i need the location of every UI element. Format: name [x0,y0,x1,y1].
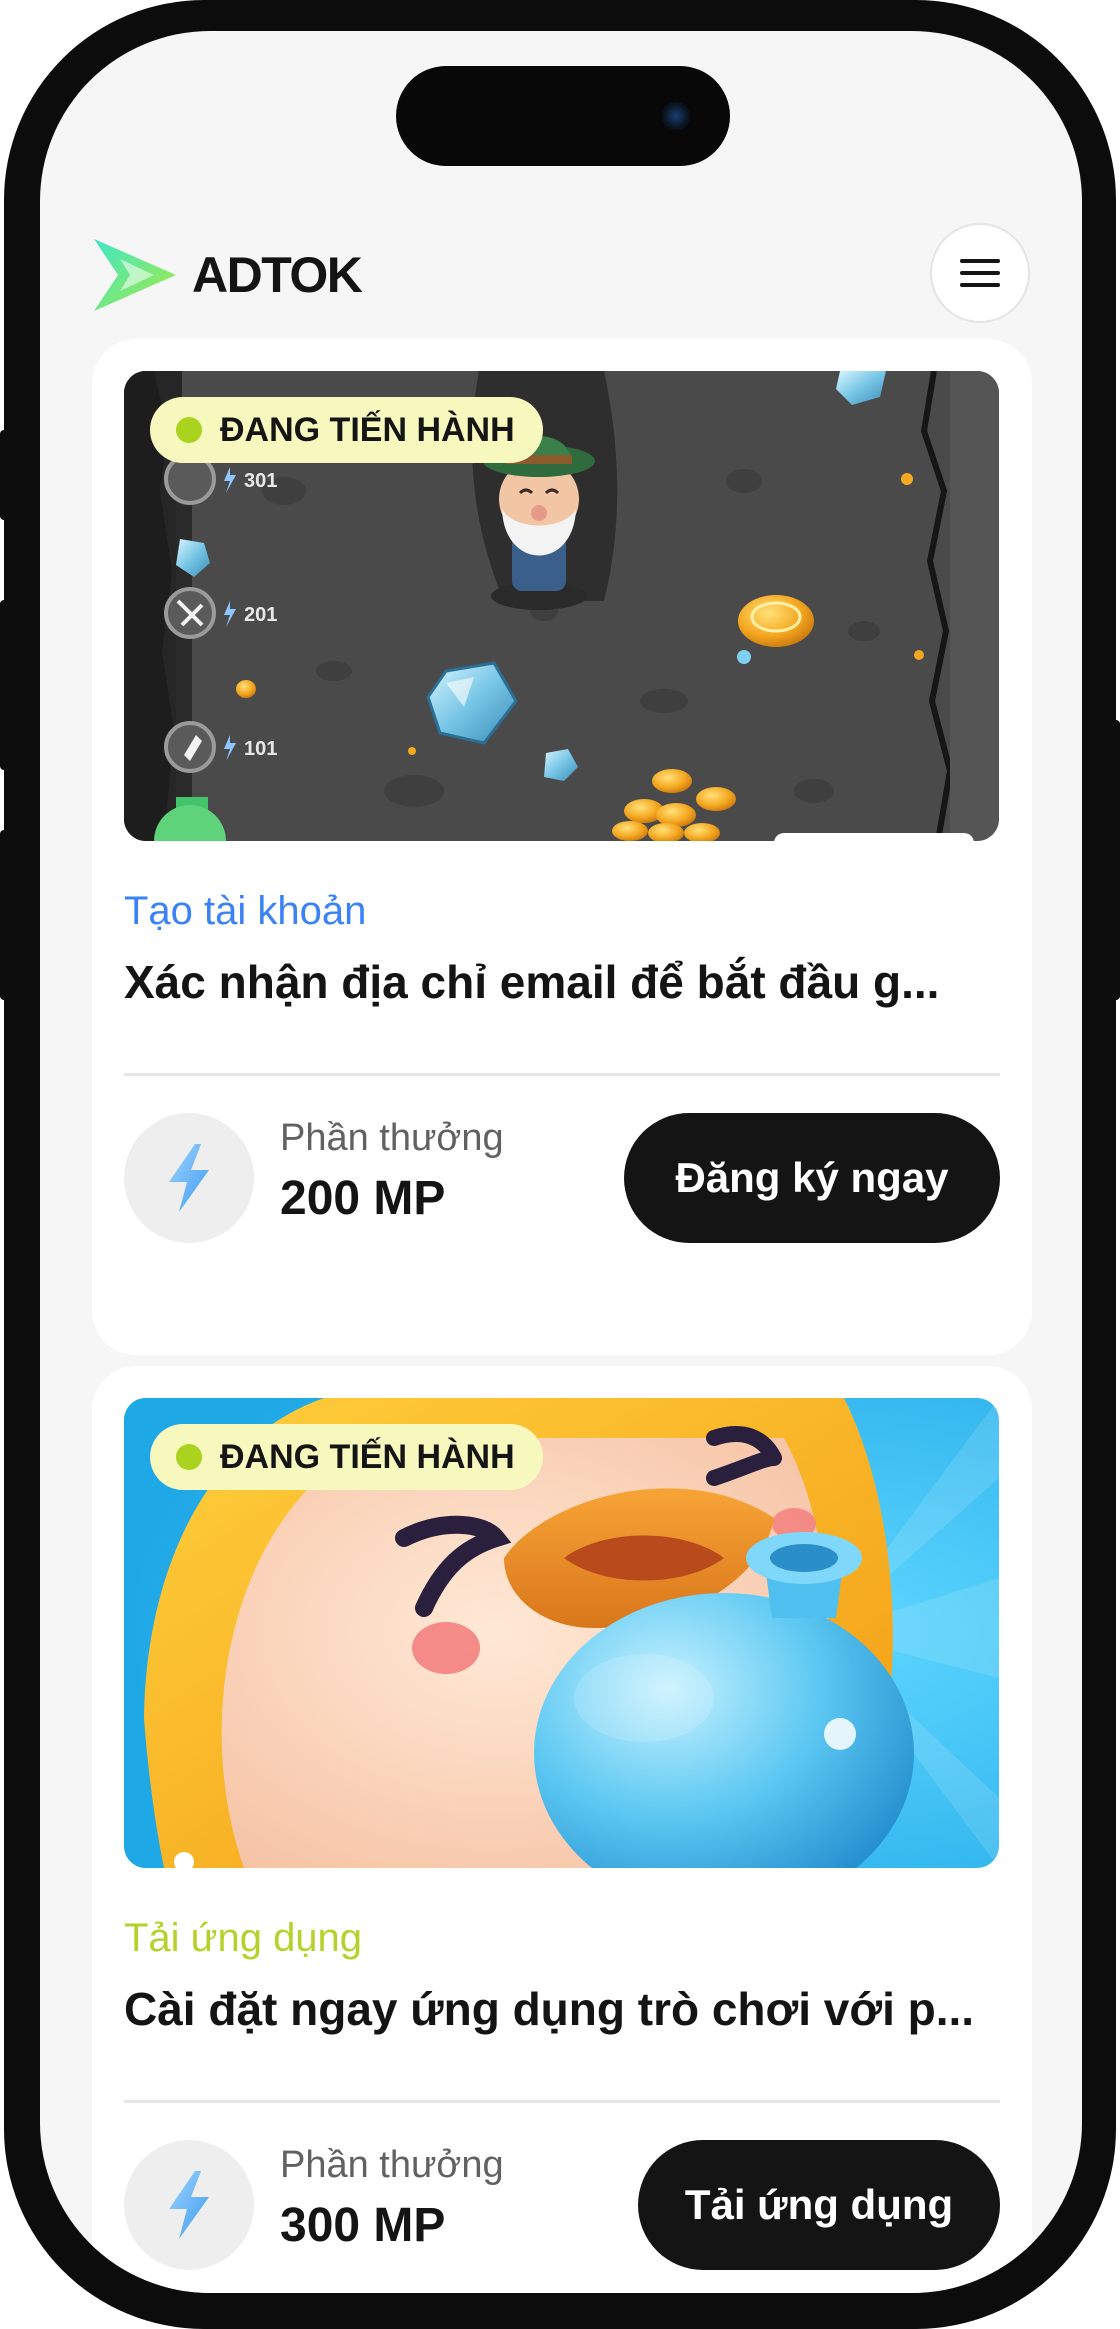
status-badge: ĐANG TIẾN HÀNH [150,1424,543,1490]
reward-icon-container [124,1113,254,1243]
lightning-bolt-icon [169,1144,209,1212]
task-category: Tải ứng dụng [124,1916,363,1960]
hamburger-menu-icon [960,259,1000,287]
game-banner-image[interactable]: ĐANG TIẾN HÀNH [124,1398,999,1868]
menu-button[interactable] [930,223,1030,323]
task-title[interactable]: Xác nhận địa chỉ email để bắt đầu g... [124,955,1000,1009]
adtok-logo-icon [94,239,176,311]
reward-label: Phần thưởng [280,1117,504,1159]
brand-logo[interactable]: ADTOK [92,235,363,315]
status-text: ĐANG TIẾN HÀNH [220,1437,515,1476]
reward-icon-container [124,2140,254,2270]
reward-label: Phần thưởng [280,2144,504,2186]
brand-name: ADTOK [192,247,363,303]
divider [124,1073,1000,1076]
svg-text:201: 201 [244,604,277,626]
status-badge: ĐANG TIẾN HÀNH [150,397,543,463]
status-dot-icon [176,1444,202,1470]
task-card[interactable]: ĐANG TIẾN HÀNH Tải ứng dụng Cài đặt ngay… [92,1366,1032,2293]
game-banner-image[interactable]: 301 201 101 ĐANG TIẾN HÀNH [124,371,999,841]
reward-value: 300 MP [280,2199,446,2252]
power-button [1104,720,1120,1000]
lightning-bolt-icon [169,2171,209,2239]
status-text: ĐANG TIẾN HÀNH [220,410,515,449]
divider [124,2100,1000,2103]
silent-switch [0,430,16,520]
app-screen: ADTOK 301 201 101 ĐANG TIẾN HÀNH Tạo tài… [40,31,1082,2293]
status-dot-icon [176,417,202,443]
front-camera [662,102,690,130]
task-title[interactable]: Cài đặt ngay ứng dụng trò chơi với p... [124,1982,1000,2036]
task-card[interactable]: 301 201 101 ĐANG TIẾN HÀNH Tạo tài khoản… [92,339,1032,1355]
task-category: Tạo tài khoản [124,889,367,933]
svg-text:101: 101 [244,738,277,760]
dynamic-island [396,66,730,166]
volume-up-button [0,600,16,770]
register-now-button[interactable]: Đăng ký ngay [624,1113,1000,1243]
app-header: ADTOK [40,191,1082,323]
download-app-button[interactable]: Tải ứng dụng [638,2140,1000,2270]
svg-text:301: 301 [244,470,277,492]
phone-frame: ADTOK 301 201 101 ĐANG TIẾN HÀNH Tạo tài… [0,0,1120,2329]
reward-value: 200 MP [280,1172,446,1225]
volume-down-button [0,830,16,1000]
